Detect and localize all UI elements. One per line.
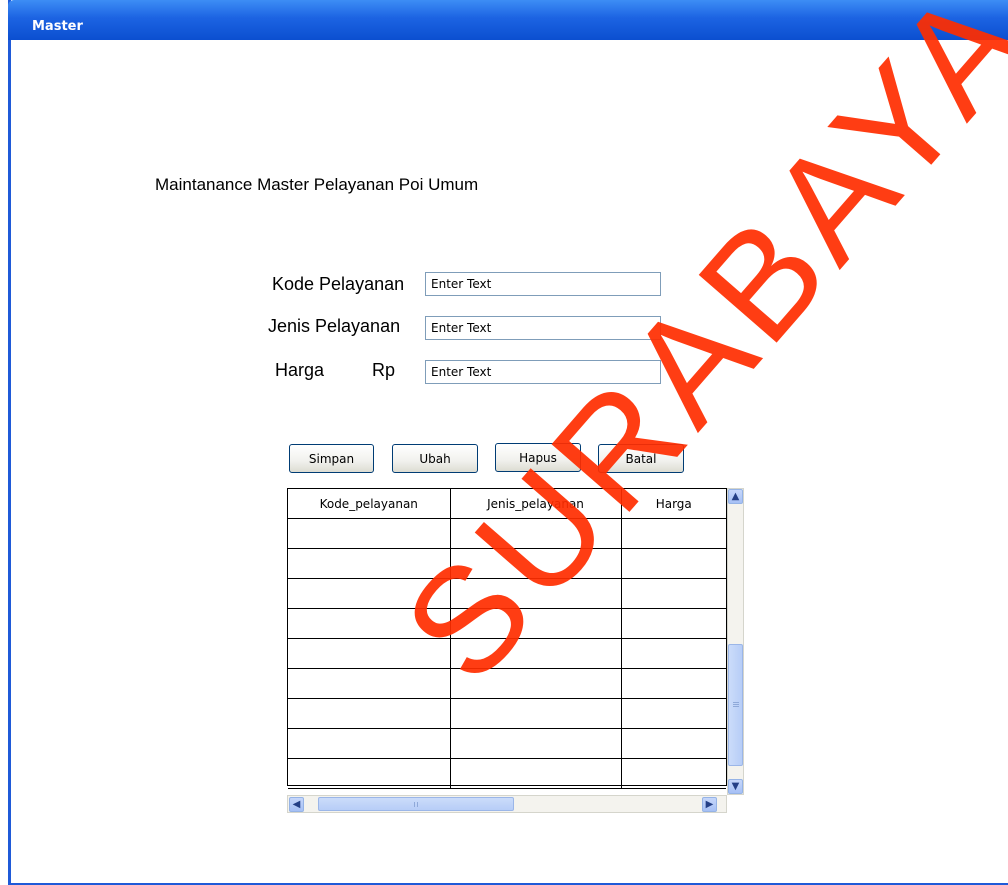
table-cell[interactable] — [288, 698, 451, 729]
table-cell[interactable] — [449, 668, 622, 699]
table-row[interactable] — [288, 638, 726, 669]
scroll-down-button[interactable]: ▼ — [728, 779, 743, 794]
table-row[interactable] — [288, 698, 726, 729]
table-cell[interactable] — [288, 548, 451, 579]
table-cell[interactable] — [620, 548, 726, 579]
table-row[interactable] — [288, 578, 726, 609]
arrow-up-icon: ▲ — [731, 490, 740, 502]
hapus-button[interactable]: Hapus — [495, 443, 581, 472]
table-row[interactable] — [288, 758, 726, 789]
table-cell[interactable] — [288, 668, 451, 699]
vertical-scrollbar[interactable]: ▲ ▼ — [727, 488, 744, 795]
table-cell[interactable] — [449, 608, 622, 639]
title-bar: Master — [8, 0, 1008, 40]
grip-icon — [733, 702, 739, 707]
table-cell[interactable] — [288, 638, 451, 669]
table-row[interactable] — [288, 668, 726, 699]
column-header-jenis[interactable]: Jenis_pelayanan — [449, 489, 622, 519]
table-row[interactable] — [288, 608, 726, 639]
horizontal-scrollbar[interactable]: ◀ ▶ — [287, 795, 727, 813]
scroll-right-button[interactable]: ▶ — [702, 797, 717, 812]
table-cell[interactable] — [620, 728, 726, 759]
table-row[interactable] — [288, 728, 726, 759]
column-header-harga[interactable]: Harga — [620, 489, 726, 519]
arrow-left-icon: ◀ — [292, 798, 301, 810]
table-cell[interactable] — [449, 638, 622, 669]
table-cell[interactable] — [288, 518, 451, 549]
table-cell[interactable] — [620, 578, 726, 609]
grid-table: Kode_pelayanan Jenis_pelayanan Harga — [288, 489, 726, 789]
kode-pelayanan-label: Kode Pelayanan — [272, 274, 405, 294]
table-cell[interactable] — [449, 728, 622, 759]
harga-input[interactable]: Enter Text — [425, 360, 661, 384]
grip-icon — [414, 802, 420, 807]
scroll-up-button[interactable]: ▲ — [728, 489, 743, 504]
scroll-left-button[interactable]: ◀ — [289, 797, 304, 812]
window-title: Master — [32, 19, 83, 34]
currency-label: Rp — [372, 360, 396, 380]
table-cell[interactable] — [449, 578, 622, 609]
kode-pelayanan-input[interactable]: Enter Text — [425, 272, 661, 296]
table-cell[interactable] — [620, 698, 726, 729]
table-cell[interactable] — [288, 758, 451, 789]
table-cell[interactable] — [288, 608, 451, 639]
table-cell[interactable] — [620, 638, 726, 669]
table-cell[interactable] — [449, 698, 622, 729]
simpan-button[interactable]: Simpan — [289, 444, 374, 473]
grid-body — [288, 518, 726, 789]
jenis-pelayanan-label: Jenis Pelayanan — [268, 316, 401, 336]
table-cell[interactable] — [449, 548, 622, 579]
table-cell[interactable] — [288, 728, 451, 759]
table-cell[interactable] — [288, 578, 451, 609]
arrow-down-icon: ▼ — [731, 780, 740, 792]
ubah-button[interactable]: Ubah — [392, 444, 478, 473]
horizontal-scroll-thumb[interactable] — [318, 797, 514, 811]
vertical-scroll-thumb[interactable] — [728, 644, 743, 766]
table-row[interactable] — [288, 518, 726, 549]
data-grid[interactable]: Kode_pelayanan Jenis_pelayanan Harga — [287, 488, 727, 789]
jenis-pelayanan-input[interactable]: Enter Text — [425, 316, 661, 340]
table-row[interactable] — [288, 548, 726, 579]
table-cell[interactable] — [449, 758, 622, 789]
harga-label: Harga — [275, 360, 325, 380]
table-cell[interactable] — [620, 668, 726, 699]
form-heading: Maintanance Master Pelayanan Poi Umum — [155, 175, 479, 194]
table-cell[interactable] — [449, 518, 622, 549]
grid-header-row: Kode_pelayanan Jenis_pelayanan Harga — [288, 489, 726, 519]
table-cell[interactable] — [620, 608, 726, 639]
table-cell[interactable] — [620, 758, 726, 789]
column-header-kode[interactable]: Kode_pelayanan — [288, 489, 451, 519]
arrow-right-icon: ▶ — [705, 798, 714, 810]
table-cell[interactable] — [620, 518, 726, 549]
batal-button[interactable]: Batal — [598, 444, 684, 473]
